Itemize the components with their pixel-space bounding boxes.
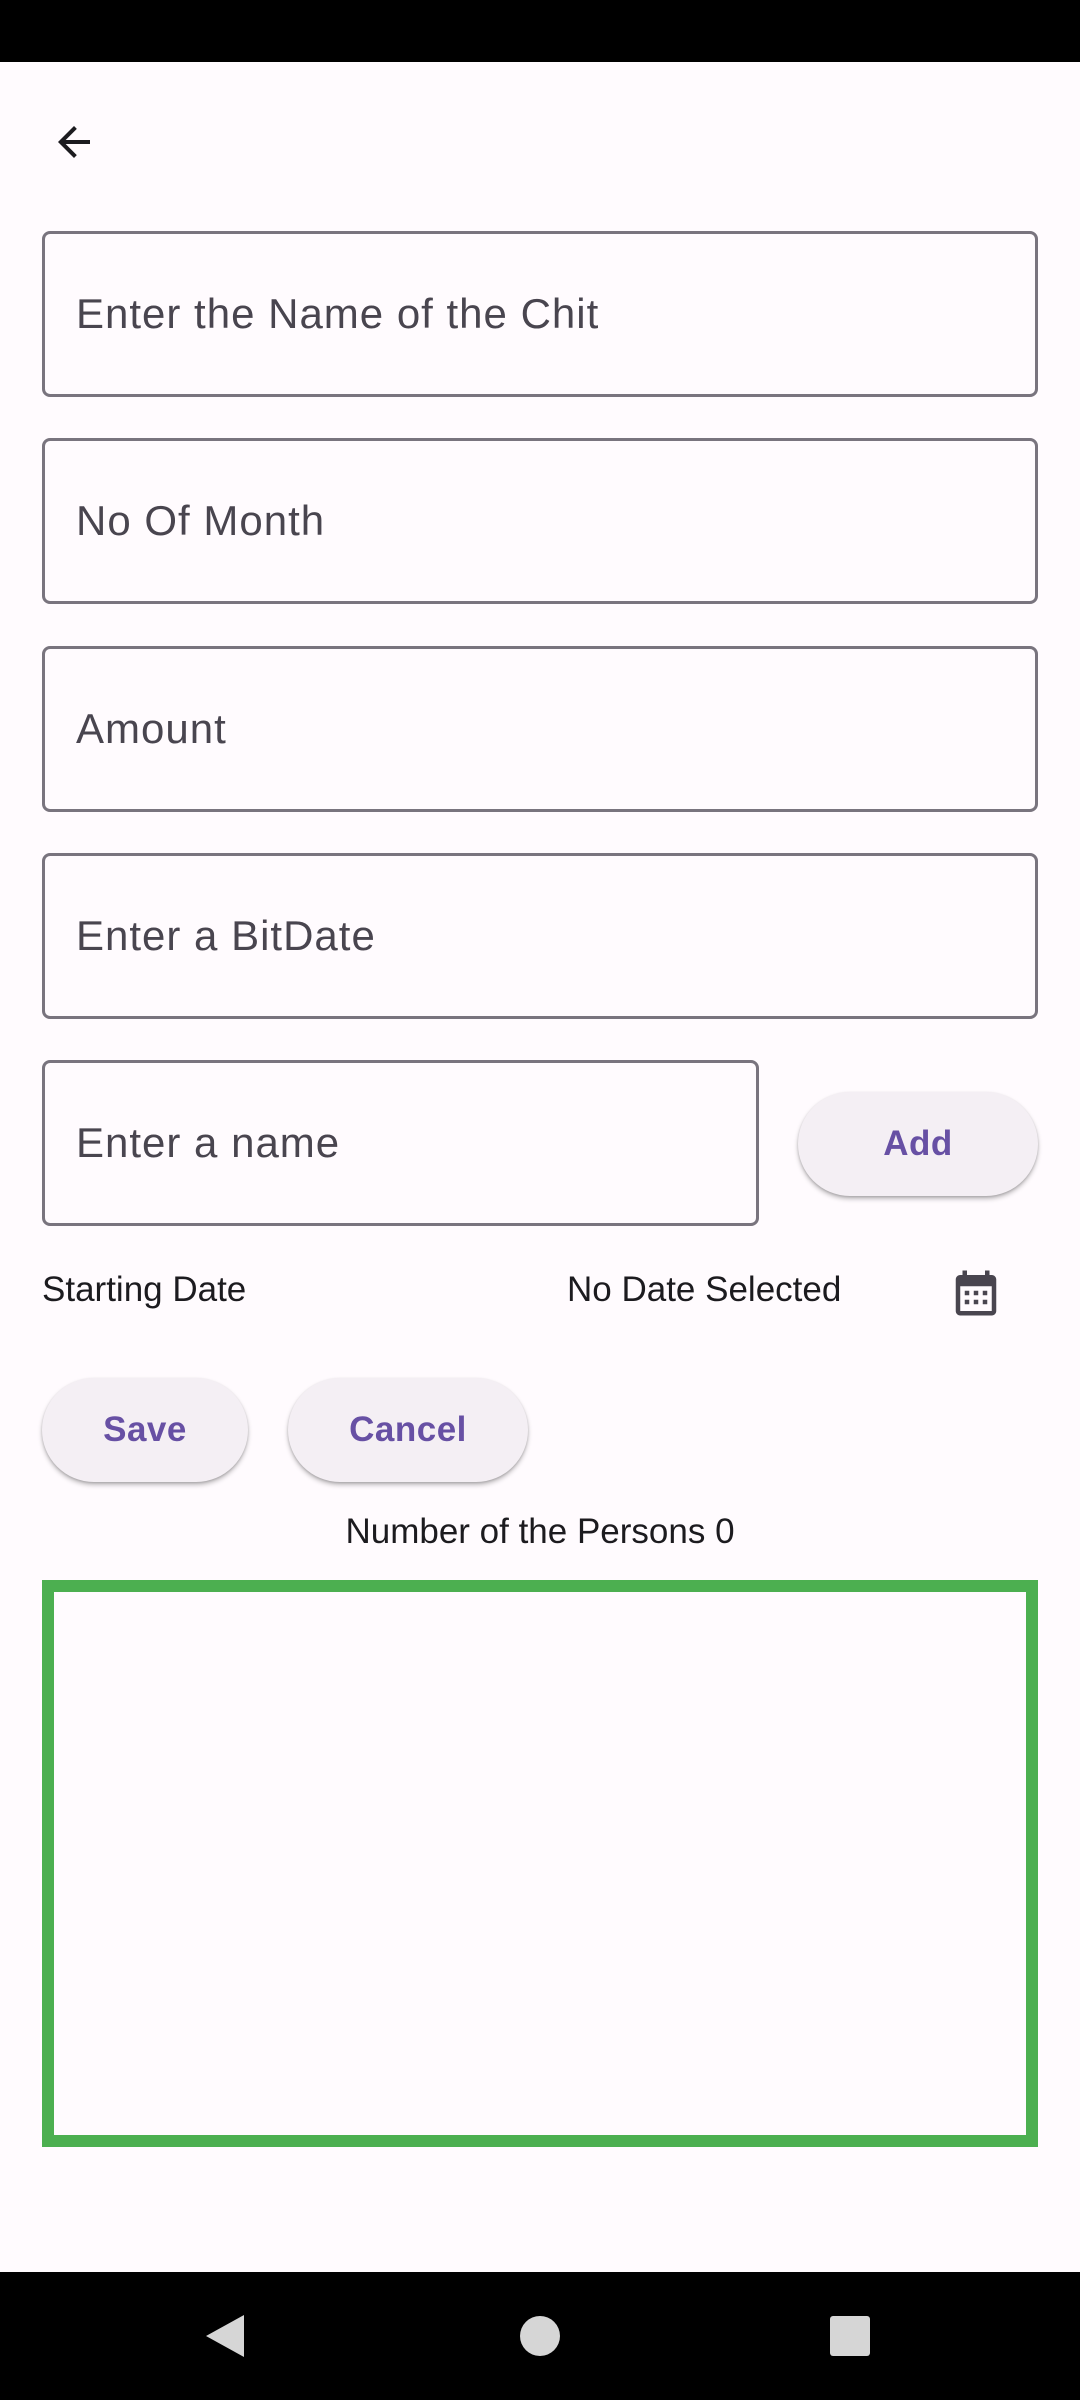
chit-name-field[interactable]: Enter the Name of the Chit <box>42 231 1038 397</box>
back-button[interactable] <box>26 94 122 190</box>
person-name-field[interactable]: Enter a name <box>42 1060 759 1226</box>
arrow-back-icon <box>58 126 90 158</box>
circle-home-icon <box>520 2316 560 2356</box>
bit-date-field[interactable]: Enter a BitDate <box>42 853 1038 1019</box>
amount-field[interactable]: Amount <box>42 646 1038 812</box>
selected-date-value: No Date Selected <box>567 1270 842 1309</box>
months-field[interactable]: No Of Month <box>42 438 1038 604</box>
calendar-icon <box>955 1270 997 1316</box>
bit-date-placeholder: Enter a BitDate <box>76 912 376 959</box>
starting-date-label: Starting Date <box>42 1270 247 1309</box>
nav-back-button[interactable] <box>182 2292 270 2380</box>
add-person-button[interactable]: Add <box>798 1092 1038 1196</box>
nav-recents-button[interactable] <box>806 2292 894 2380</box>
amount-placeholder: Amount <box>76 705 227 752</box>
person-name-placeholder: Enter a name <box>76 1119 341 1166</box>
persons-list[interactable] <box>42 1580 1038 2147</box>
save-label: Save <box>103 1410 187 1449</box>
persons-count-text: Number of the Persons 0 <box>345 1512 735 1551</box>
date-picker-button[interactable] <box>928 1245 1024 1341</box>
save-button[interactable]: Save <box>42 1378 248 1482</box>
nav-home-button[interactable] <box>496 2292 584 2380</box>
cancel-label: Cancel <box>349 1410 467 1449</box>
triangle-back-icon <box>206 2315 244 2357</box>
chit-name-placeholder: Enter the Name of the Chit <box>76 290 600 337</box>
add-chit-screen: Enter the Name of the Chit No Of Month A… <box>0 0 1080 2400</box>
navigation-bar <box>0 2272 1080 2400</box>
add-person-label: Add <box>883 1124 953 1163</box>
cancel-button[interactable]: Cancel <box>288 1378 528 1482</box>
months-placeholder: No Of Month <box>76 497 326 544</box>
status-bar <box>0 0 1080 62</box>
square-recents-icon <box>830 2316 870 2356</box>
